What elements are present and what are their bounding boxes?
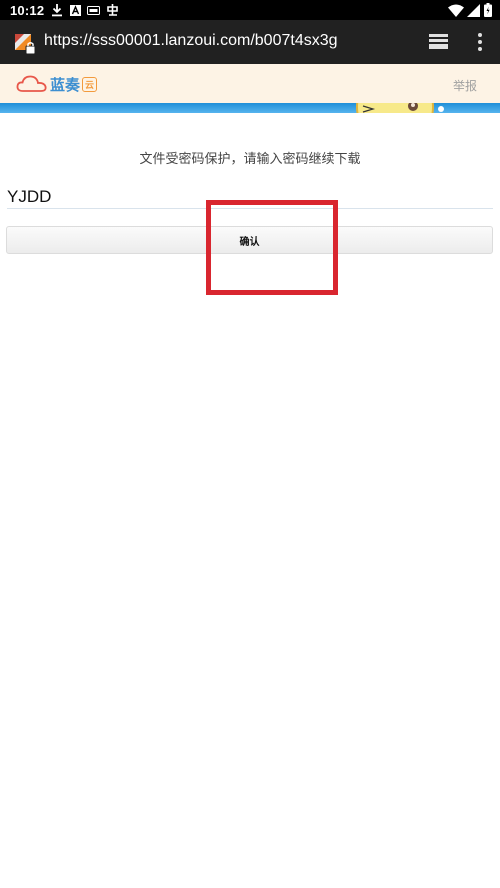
password-prompt: 文件受密码保护，请输入密码继续下载 [139, 152, 361, 167]
status-bar: 10:12 [0, 0, 500, 20]
wifi-icon [448, 2, 464, 18]
site-logo[interactable]: 蓝奏 云 [16, 73, 98, 95]
notification-a-icon [69, 2, 81, 18]
cell-signal-icon [466, 2, 480, 18]
sim-card-icon [86, 2, 100, 18]
app-notification-icon [105, 2, 119, 18]
more-vert-icon[interactable] [472, 32, 488, 52]
browser-toolbar: https://sss00001.lanzoui.com/b007t4sx3g [0, 20, 500, 64]
screen: 10:12 https://sss00001.lanzoui.com/b007t… [0, 0, 500, 888]
url-bar[interactable]: https://sss00001.lanzoui.com/b007t4sx3g [44, 32, 338, 50]
battery-icon [483, 2, 493, 18]
banner-strip [0, 103, 500, 113]
download-icon [51, 2, 63, 18]
report-link[interactable]: 举报 [453, 77, 477, 94]
logo-text: 蓝奏 [50, 75, 81, 94]
logo-badge: 云 [82, 76, 98, 92]
cloud-icon [16, 75, 47, 92]
tabs-icon[interactable] [428, 33, 450, 51]
site-header: 蓝奏 云 举报 [0, 64, 500, 103]
site-security-icon[interactable] [14, 33, 36, 55]
cartoon-decoration-icon [356, 103, 444, 113]
highlight-annotation-box [206, 200, 338, 295]
status-time: 10:12 [10, 3, 45, 18]
